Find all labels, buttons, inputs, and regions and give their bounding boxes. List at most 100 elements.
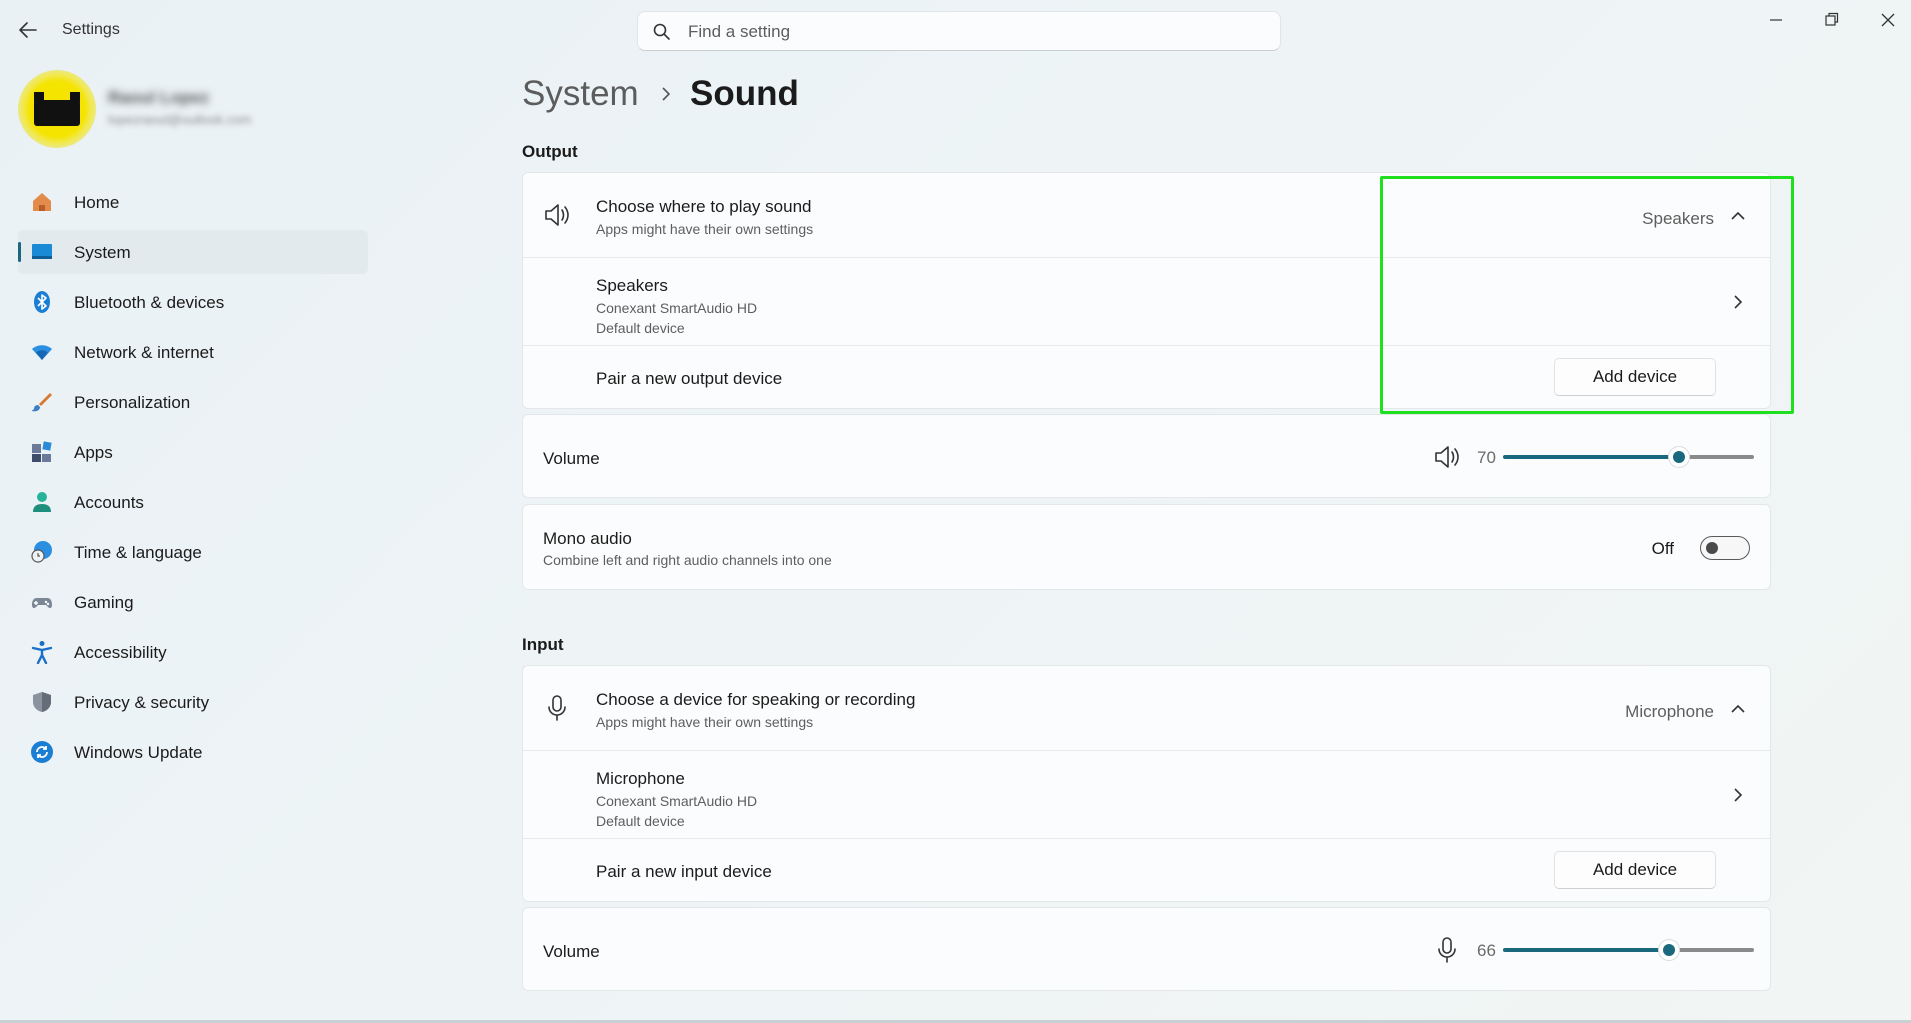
microphone-volume-icon[interactable] bbox=[1433, 936, 1461, 964]
sidebar-item-label: System bbox=[74, 243, 131, 262]
pair-input-row: Pair a new input device Add device bbox=[523, 838, 1770, 903]
back-arrow-icon[interactable] bbox=[16, 18, 40, 42]
sidebar-item-privacy[interactable]: Privacy & security bbox=[18, 680, 368, 724]
output-section-title: Output bbox=[522, 142, 578, 161]
sidebar-item-system[interactable]: System bbox=[18, 230, 368, 274]
profile-name: Raoul Lopez bbox=[108, 88, 210, 107]
mono-audio-card: Mono audio Combine left and right audio … bbox=[522, 504, 1771, 590]
person-icon bbox=[30, 490, 54, 514]
system-icon bbox=[30, 240, 54, 264]
mono-audio-title: Mono audio bbox=[543, 529, 632, 548]
globe-clock-icon bbox=[30, 540, 54, 564]
minimize-button[interactable] bbox=[1756, 8, 1796, 32]
chevron-up-icon[interactable] bbox=[1730, 701, 1746, 717]
sidebar-item-label: Personalization bbox=[74, 393, 191, 412]
shield-icon bbox=[30, 690, 54, 714]
sidebar-item-label: Windows Update bbox=[74, 743, 203, 762]
output-volume-label: Volume bbox=[543, 449, 600, 468]
gamepad-icon bbox=[30, 590, 54, 614]
add-output-device-button[interactable]: Add device bbox=[1554, 358, 1716, 396]
choose-output-row[interactable]: Choose where to play sound Apps might ha… bbox=[523, 173, 1770, 257]
chevron-right-icon[interactable] bbox=[1730, 787, 1746, 803]
apps-icon bbox=[30, 440, 54, 464]
output-volume-slider[interactable] bbox=[1503, 447, 1754, 467]
sidebar-item-bluetooth[interactable]: Bluetooth & devices bbox=[18, 280, 368, 324]
sidebar-item-label: Network & internet bbox=[74, 343, 214, 362]
sidebar-item-windows-update[interactable]: Windows Update bbox=[18, 730, 368, 774]
pair-input-label: Pair a new input device bbox=[596, 862, 772, 881]
slider-thumb[interactable] bbox=[1668, 447, 1689, 467]
input-volume-label: Volume bbox=[543, 942, 600, 961]
sidebar-item-label: Accounts bbox=[74, 493, 144, 512]
input-volume-slider[interactable] bbox=[1503, 940, 1754, 960]
page-title: Sound bbox=[690, 74, 799, 113]
mono-audio-toggle[interactable] bbox=[1700, 536, 1750, 560]
sidebar-item-label: Accessibility bbox=[74, 643, 167, 662]
sidebar-item-label: Time & language bbox=[74, 543, 202, 562]
input-device-status: Default device bbox=[596, 813, 685, 829]
chevron-right-icon[interactable] bbox=[1730, 294, 1746, 310]
sidebar-item-home[interactable]: Home bbox=[18, 180, 368, 224]
sidebar-item-accounts[interactable]: Accounts bbox=[18, 480, 368, 524]
sidebar-item-apps[interactable]: Apps bbox=[18, 430, 368, 474]
add-input-device-button[interactable]: Add device bbox=[1554, 851, 1716, 889]
input-section-title: Input bbox=[522, 635, 564, 654]
output-device-status: Default device bbox=[596, 320, 685, 336]
brush-icon bbox=[30, 390, 54, 414]
profile-email: lopezraoul@outlook.com bbox=[108, 112, 252, 127]
chevron-up-icon[interactable] bbox=[1730, 208, 1746, 224]
choose-output-title: Choose where to play sound bbox=[596, 197, 812, 216]
wifi-icon bbox=[30, 340, 54, 364]
output-device-row[interactable]: Speakers Conexant SmartAudio HD Default … bbox=[523, 257, 1770, 345]
search-box[interactable] bbox=[637, 11, 1281, 51]
update-icon bbox=[30, 740, 54, 764]
home-icon bbox=[30, 190, 54, 214]
selected-output-value: Speakers bbox=[1642, 209, 1714, 228]
restore-button[interactable] bbox=[1812, 8, 1852, 32]
sidebar-item-accessibility[interactable]: Accessibility bbox=[18, 630, 368, 674]
input-volume-card: Volume 66 bbox=[522, 907, 1771, 991]
choose-input-title: Choose a device for speaking or recordin… bbox=[596, 690, 916, 709]
selected-input-value: Microphone bbox=[1625, 702, 1714, 721]
output-device-card: Choose where to play sound Apps might ha… bbox=[522, 172, 1771, 409]
accessibility-icon bbox=[30, 640, 54, 665]
choose-input-row[interactable]: Choose a device for speaking or recordin… bbox=[523, 666, 1770, 750]
close-button[interactable] bbox=[1868, 8, 1908, 32]
bluetooth-icon bbox=[30, 290, 54, 314]
sidebar-item-label: Privacy & security bbox=[74, 693, 210, 712]
input-device-name: Microphone bbox=[596, 769, 685, 788]
search-input[interactable] bbox=[688, 20, 1248, 44]
sidebar-item-network[interactable]: Network & internet bbox=[18, 330, 368, 374]
input-device-driver: Conexant SmartAudio HD bbox=[596, 793, 758, 809]
output-volume-value: 70 bbox=[1477, 448, 1496, 467]
pair-output-row: Pair a new output device Add device bbox=[523, 345, 1770, 410]
input-device-card: Choose a device for speaking or recordin… bbox=[522, 665, 1771, 902]
microphone-icon bbox=[543, 694, 571, 722]
sidebar-item-gaming[interactable]: Gaming bbox=[18, 580, 368, 624]
speaker-volume-icon[interactable] bbox=[1433, 443, 1461, 471]
input-device-row[interactable]: Microphone Conexant SmartAudio HD Defaul… bbox=[523, 750, 1770, 838]
app-title: Settings bbox=[62, 21, 120, 38]
slider-thumb[interactable] bbox=[1658, 940, 1679, 960]
search-icon bbox=[652, 22, 672, 42]
sidebar-item-label: Bluetooth & devices bbox=[74, 293, 225, 312]
slider-fill bbox=[1503, 948, 1669, 952]
speaker-icon bbox=[543, 201, 571, 229]
sidebar-nav: Home System Bluetooth & devices Network … bbox=[18, 180, 368, 780]
slider-fill bbox=[1503, 455, 1679, 459]
sidebar-item-personalization[interactable]: Personalization bbox=[18, 380, 368, 424]
breadcrumb-parent[interactable]: System bbox=[522, 74, 639, 114]
sidebar-item-label: Home bbox=[74, 193, 120, 212]
pair-output-label: Pair a new output device bbox=[596, 369, 783, 388]
choose-input-subtitle: Apps might have their own settings bbox=[596, 714, 814, 730]
choose-output-subtitle: Apps might have their own settings bbox=[596, 221, 814, 237]
input-volume-value: 66 bbox=[1477, 941, 1496, 960]
title-bar: Settings bbox=[0, 0, 1911, 60]
sidebar-item-time-language[interactable]: Time & language bbox=[18, 530, 368, 574]
output-volume-card: Volume 70 bbox=[522, 414, 1771, 498]
output-device-name: Speakers bbox=[596, 276, 668, 295]
avatar[interactable] bbox=[18, 70, 96, 148]
mono-audio-state: Off bbox=[1651, 539, 1674, 558]
sidebar-item-label: Gaming bbox=[74, 593, 134, 612]
mono-audio-subtitle: Combine left and right audio channels in… bbox=[543, 552, 832, 568]
